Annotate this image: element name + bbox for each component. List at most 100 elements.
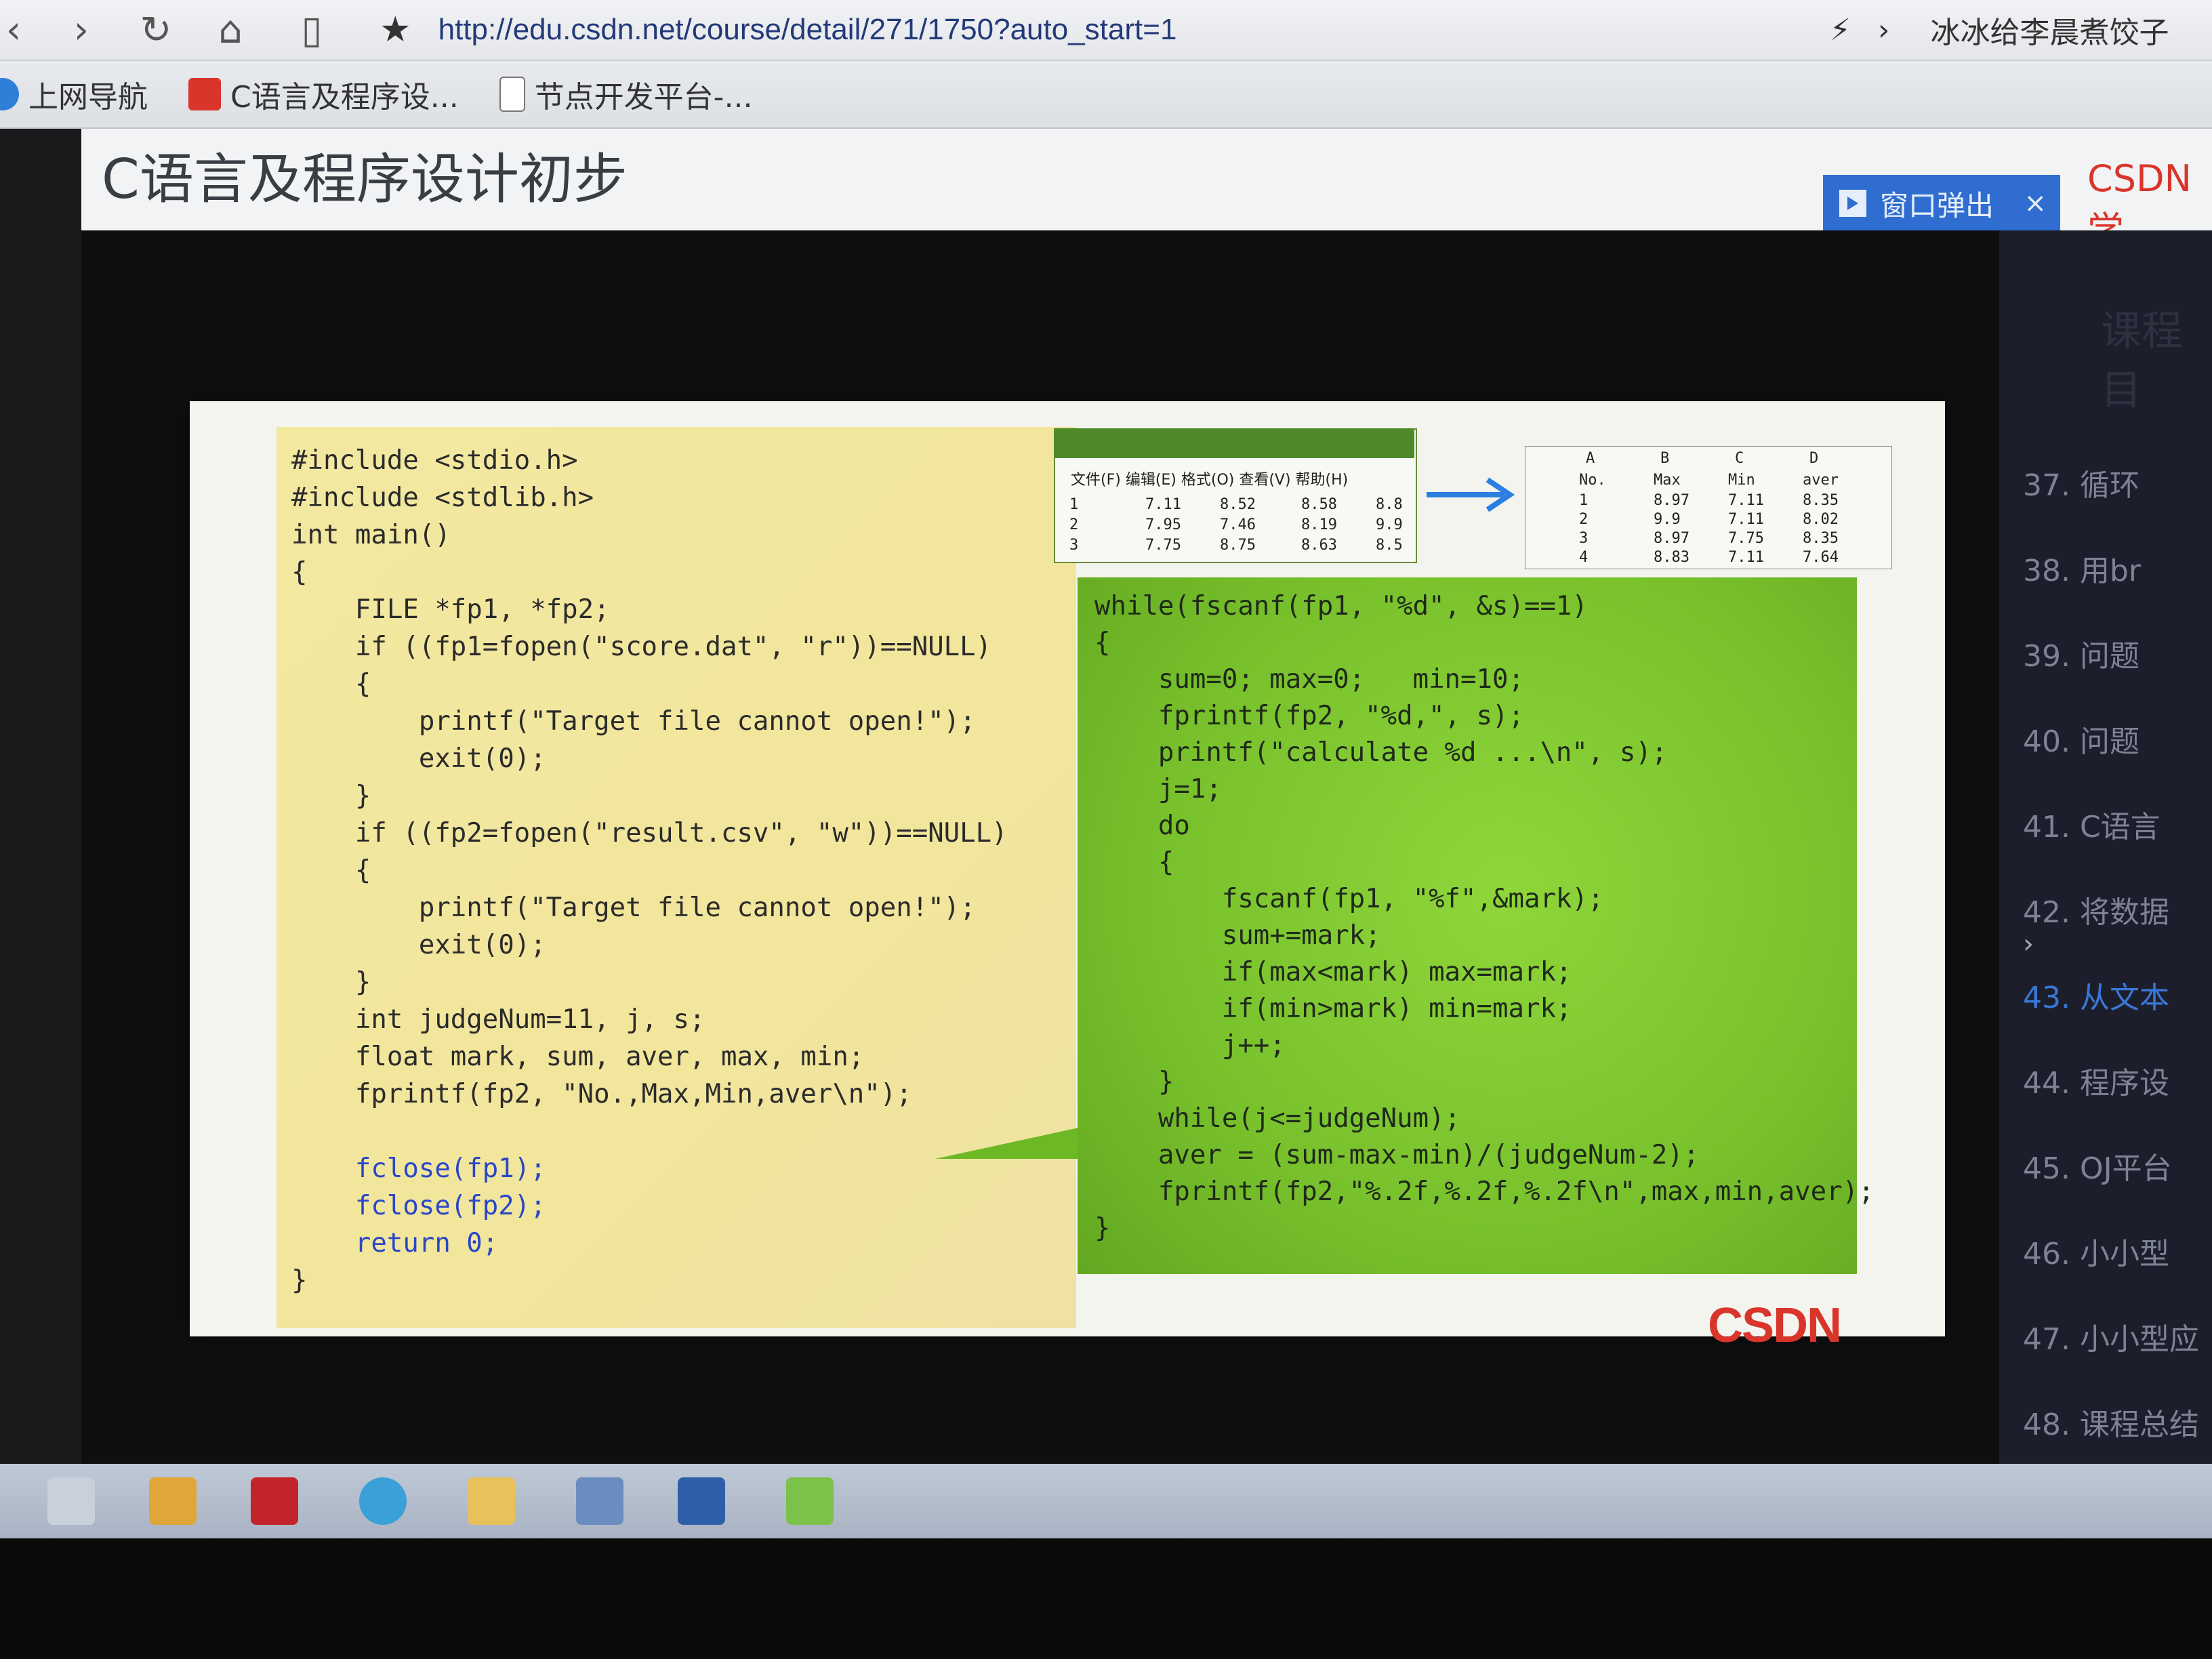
sheet-cell: 2: [1579, 511, 1589, 528]
code-line: fclose(fp2);: [291, 1191, 546, 1221]
sheet-cell: 7.64: [1803, 549, 1839, 566]
code-line: printf("Target file cannot open!");: [291, 706, 976, 737]
play-icon: [1839, 190, 1866, 217]
code-line: {: [1094, 628, 1111, 658]
browser-app-icon[interactable]: [359, 1477, 407, 1525]
start-icon[interactable]: [47, 1477, 95, 1525]
chevron-right-icon[interactable]: ›: [1878, 13, 1890, 47]
sheet-cell: 8.8: [1376, 496, 1403, 513]
notepad-titlebar: [1054, 428, 1414, 458]
app-grid-icon[interactable]: [678, 1477, 725, 1525]
sidebar-item-lesson[interactable]: 47. 小小型应: [2023, 1315, 2212, 1376]
sidebar-item-lesson[interactable]: 42. 将数据: [2023, 888, 2212, 949]
code-line: j++;: [1094, 1030, 1286, 1061]
code-line: }: [291, 781, 371, 811]
code-line: int main(): [291, 520, 451, 550]
forward-icon[interactable]: ›: [54, 4, 108, 56]
home-app-icon[interactable]: [149, 1477, 197, 1525]
code-line: fscanf(fp1, "%f",&mark);: [1094, 884, 1604, 914]
code-line: exit(0);: [291, 743, 546, 774]
sheet-cell: 8.97: [1654, 530, 1689, 547]
code-line: sum+=mark;: [1094, 920, 1381, 951]
close-icon[interactable]: ×: [2024, 188, 2047, 219]
code-line: if ((fp2=fopen("result.csv", "w"))==NULL…: [291, 818, 1008, 848]
sidebar-item-lesson[interactable]: 46. 小小型: [2023, 1229, 2212, 1290]
sheet-col-label: Min: [1728, 472, 1755, 489]
sidebar-item-lesson[interactable]: 37. 循环: [2023, 461, 2212, 522]
sheet-cell: 9.9: [1376, 516, 1403, 533]
sheet-cell: 7.11: [1728, 492, 1764, 509]
tool-app-icon[interactable]: [786, 1477, 834, 1525]
bookmark-star-icon[interactable]: ★: [380, 9, 411, 50]
sheet-cell: 3: [1069, 537, 1079, 554]
code-line: fprintf(fp2,"%.2f,%.2f,%.2f\n",max,min,a…: [1094, 1176, 1875, 1207]
code-line: }: [291, 1265, 308, 1296]
sheet-col-header: D: [1809, 450, 1819, 467]
arrow-right-icon: [1427, 477, 1515, 512]
sheet-cell: 8.5: [1376, 537, 1403, 554]
taskbar: [0, 1464, 2212, 1538]
code-line: fprintf(fp2, "%d,", s);: [1094, 701, 1524, 731]
media-player-icon[interactable]: [576, 1477, 623, 1525]
sheet-cell: 8.52: [1220, 496, 1256, 513]
sheet-col-label: No.: [1579, 472, 1606, 489]
sidebar-heading: 课程目: [2101, 308, 2182, 414]
page-icon: [499, 77, 525, 112]
url-text: http://edu.csdn.net/course/detail/271/17…: [438, 13, 1177, 46]
sheet-cell: 8.58: [1301, 496, 1337, 513]
sidebar-item-lesson[interactable]: 44. 程序设: [2023, 1059, 2212, 1120]
bookmark-label: 节点开发平台-...: [534, 80, 753, 115]
lightning-icon[interactable]: ⚡: [1830, 13, 1851, 47]
code-line: fprintf(fp2, "No.,Max,Min,aver\n");: [291, 1079, 912, 1109]
code-line: printf("Target file cannot open!");: [291, 893, 976, 923]
code-line: {: [291, 669, 371, 699]
csdn-logo: CSDN: [1708, 1298, 1842, 1353]
bookmark-c-course[interactable]: C语言及程序设...: [188, 73, 459, 116]
sidebar-item-lesson[interactable]: 40. 问题: [2023, 717, 2212, 778]
code-line: exit(0);: [291, 930, 546, 960]
reload-icon[interactable]: ↻: [129, 4, 183, 56]
address-bar[interactable]: ★ http://edu.csdn.net/course/detail/271/…: [380, 5, 1803, 54]
code-line: }: [1094, 1067, 1174, 1097]
code-line: fclose(fp1);: [291, 1153, 546, 1184]
sheet-col-label: aver: [1803, 472, 1839, 489]
bookmark-label: C语言及程序设...: [230, 80, 459, 115]
bookmark-node-platform[interactable]: 节点开发平台-...: [499, 73, 753, 116]
sidebar-item-lesson[interactable]: 38. 用br: [2023, 546, 2212, 607]
sheet-col-header: B: [1660, 450, 1670, 467]
code-line: }: [1094, 1213, 1111, 1244]
sheet-cell: 2: [1069, 516, 1079, 533]
code-line: #include <stdio.h>: [291, 445, 578, 476]
pdf-reader-icon[interactable]: [251, 1477, 298, 1525]
code-line: printf("calculate %d ...\n", s);: [1094, 737, 1668, 768]
reader-icon[interactable]: ▯: [285, 4, 339, 56]
code-line: FILE *fp1, *fp2;: [291, 594, 610, 625]
bookmark-label: 上网导航: [28, 80, 148, 115]
code-line: }: [291, 967, 371, 998]
sheet-cell: 8.63: [1301, 537, 1337, 554]
sheet-cell: 8.02: [1803, 511, 1839, 528]
sheet-cell: 1: [1069, 496, 1079, 513]
sheet-cell: 3: [1579, 530, 1589, 547]
sidebar-item-lesson[interactable]: 43. 从文本: [2023, 973, 2212, 1034]
sidebar-item-lesson[interactable]: 45. OJ平台: [2023, 1144, 2212, 1205]
notepad-menu: 文件(F) 编辑(E) 格式(O) 查看(V) 帮助(H): [1071, 472, 1349, 489]
home-icon[interactable]: ⌂: [203, 4, 258, 56]
code-line: do: [1094, 811, 1190, 841]
popout-window-button[interactable]: 窗口弹出 ×: [1823, 175, 2060, 232]
sidebar-item-lesson[interactable]: 39. 问题: [2023, 632, 2212, 693]
sheet-col-header: C: [1735, 450, 1744, 467]
sheet-cell: 4: [1579, 549, 1589, 566]
bookmarks-bar: 上网导航 C语言及程序设... 节点开发平台-...: [0, 61, 2212, 129]
sheet-cell: 8.83: [1654, 549, 1689, 566]
sidebar-item-lesson[interactable]: 48. 课程总结: [2023, 1400, 2212, 1461]
sheet-cell: 8.97: [1654, 492, 1689, 509]
bookmark-nav[interactable]: 上网导航: [0, 73, 148, 116]
globe-icon: [0, 78, 19, 110]
folder-icon[interactable]: [468, 1477, 515, 1525]
code-line: #include <stdlib.h>: [291, 483, 594, 513]
hot-search-text[interactable]: 冰冰给李晨煮饺子: [1931, 8, 2169, 52]
sidebar-item-lesson[interactable]: 41. C语言: [2023, 802, 2212, 863]
back-icon[interactable]: ‹: [0, 4, 41, 56]
sheet-cell: 1: [1579, 492, 1589, 509]
